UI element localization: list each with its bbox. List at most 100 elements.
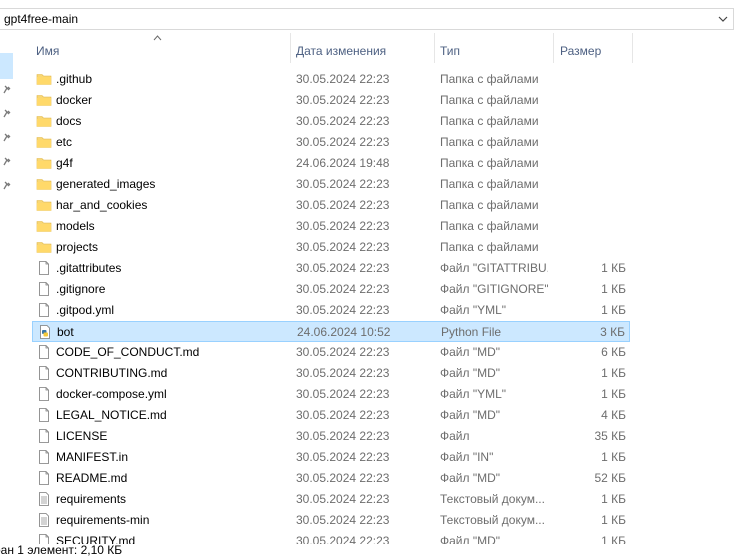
file-name: LICENSE xyxy=(56,429,108,443)
file-type: Папка с файлами xyxy=(440,198,539,212)
file-row[interactable]: generated_images 30.05.2024 22:23 Папка с … xyxy=(32,174,630,195)
file-type: Папка с файлами xyxy=(440,135,539,149)
file-icon xyxy=(36,407,52,423)
file-row[interactable]: LEGAL_NOTICE.md 30.05.2024 22:23 Файл "MD"… xyxy=(32,405,630,426)
file-row[interactable]: bot 24.06.2024 10:52 Python File 3 КБ xyxy=(32,321,630,342)
chevron-down-icon[interactable] xyxy=(717,12,729,26)
file-date: 30.05.2024 22:23 xyxy=(296,240,390,254)
pin-icon[interactable] xyxy=(2,85,12,95)
file-icon xyxy=(36,365,52,381)
file-name: requirements-min xyxy=(56,513,150,527)
column-header-size[interactable]: Размер xyxy=(554,33,632,65)
file-date: 24.06.2024 19:48 xyxy=(296,156,390,170)
file-type: Папка с файлами xyxy=(440,177,539,191)
file-date: 30.05.2024 22:23 xyxy=(296,492,390,506)
file-size: 4 КБ xyxy=(601,408,626,422)
file-row[interactable]: requirements 30.05.2024 22:23 Текстовый до… xyxy=(32,489,630,510)
column-header-name[interactable]: Имя xyxy=(32,33,290,65)
file-date: 30.05.2024 22:23 xyxy=(296,471,390,485)
file-size: 35 КБ xyxy=(594,429,626,443)
file-row[interactable]: docker-compose.yml 30.05.2024 22:23 Файл "… xyxy=(32,384,630,405)
folder-icon xyxy=(36,134,52,150)
folder-icon xyxy=(36,176,52,192)
file-date: 30.05.2024 22:23 xyxy=(296,513,390,527)
file-row[interactable]: projects 30.05.2024 22:23 Папка с файлами xyxy=(32,237,630,258)
file-row[interactable]: CODE_OF_CONDUCT.md 30.05.2024 22:23 Файл "… xyxy=(32,342,630,363)
file-row[interactable]: etc 30.05.2024 22:23 Папка с файлами xyxy=(32,132,630,153)
file-icon xyxy=(36,344,52,360)
file-row[interactable]: requirements-min 30.05.2024 22:23 Текстовы… xyxy=(32,510,630,531)
file-name: models xyxy=(56,219,95,233)
file-type: Папка с файлами xyxy=(440,156,539,170)
file-date: 30.05.2024 22:23 xyxy=(296,303,390,317)
column-header-size-label: Размер xyxy=(560,44,602,58)
file-name: .gitpod.yml xyxy=(56,303,115,317)
file-date: 30.05.2024 22:23 xyxy=(296,93,390,107)
file-row[interactable]: .gitignore 30.05.2024 22:23 Файл "GITIGNOR… xyxy=(32,279,630,300)
file-name: .gitignore xyxy=(56,282,106,296)
file-size: 6 КБ xyxy=(601,345,626,359)
file-type: Файл xyxy=(440,429,470,443)
file-icon xyxy=(36,449,52,465)
file-row[interactable]: .gitattributes 30.05.2024 22:23 Файл "GITA… xyxy=(32,258,630,279)
file-name: docs xyxy=(56,114,82,128)
text-file-icon xyxy=(36,512,52,528)
file-size: 1 КБ xyxy=(601,261,626,275)
file-name: generated_images xyxy=(56,177,156,191)
column-header-date[interactable]: Дата изменения xyxy=(291,33,434,65)
file-date: 30.05.2024 22:23 xyxy=(296,135,390,149)
file-name: requirements xyxy=(56,492,127,506)
file-type: Python File xyxy=(441,325,502,339)
pin-icon[interactable] xyxy=(2,157,12,167)
folder-icon xyxy=(36,113,52,129)
column-divider[interactable] xyxy=(632,33,633,63)
file-name: README.md xyxy=(56,471,128,485)
file-date: 30.05.2024 22:23 xyxy=(296,72,390,86)
file-date: 24.06.2024 10:52 xyxy=(297,325,391,339)
file-row[interactable]: har_and_cookies 30.05.2024 22:23 Папка с ф… xyxy=(32,195,630,216)
pin-icon[interactable] xyxy=(2,133,12,143)
file-name: MANIFEST.in xyxy=(56,450,129,464)
address-bar[interactable]: gpt4free-main xyxy=(0,8,734,30)
pin-icon[interactable] xyxy=(2,109,12,119)
pin-icon[interactable] xyxy=(2,181,12,191)
folder-icon xyxy=(36,155,52,171)
column-header-type[interactable]: Тип xyxy=(435,33,553,65)
file-icon xyxy=(36,260,52,276)
file-row[interactable]: docs 30.05.2024 22:23 Папка с файлами xyxy=(32,111,630,132)
file-row[interactable]: MANIFEST.in 30.05.2024 22:23 Файл "IN" 1 КБ xyxy=(32,447,630,468)
nav-selection-highlight xyxy=(0,53,13,79)
file-row[interactable]: models 30.05.2024 22:23 Папка с файлами xyxy=(32,216,630,237)
file-row[interactable]: docker 30.05.2024 22:23 Папка с файлами xyxy=(32,90,630,111)
file-type: Текстовый докум... xyxy=(440,492,545,506)
address-path[interactable]: gpt4free-main xyxy=(4,12,78,26)
python-file-icon xyxy=(37,324,53,340)
file-date: 30.05.2024 22:23 xyxy=(296,429,390,443)
file-row[interactable]: .gitpod.yml 30.05.2024 22:23 Файл "YML" 1 К… xyxy=(32,300,630,321)
file-date: 30.05.2024 22:23 xyxy=(296,408,390,422)
file-date: 30.05.2024 22:23 xyxy=(296,366,390,380)
file-size: 1 КБ xyxy=(601,303,626,317)
file-name: har_and_cookies xyxy=(56,198,148,212)
file-name: .gitattributes xyxy=(56,261,122,275)
file-date: 30.05.2024 22:23 xyxy=(296,114,390,128)
file-icon xyxy=(36,470,52,486)
file-type: Текстовый докум... xyxy=(440,513,545,527)
file-type: Файл "GITIGNORE" xyxy=(440,282,548,296)
file-type: Файл "MD" xyxy=(440,345,501,359)
file-row[interactable]: README.md 30.05.2024 22:23 Файл "MD" 52 КБ xyxy=(32,468,630,489)
file-size: 1 КБ xyxy=(601,450,626,464)
file-row[interactable]: .github 30.05.2024 22:23 Папка с файлами xyxy=(32,69,630,90)
file-type: Файл "IN" xyxy=(440,450,494,464)
file-name: bot xyxy=(57,325,74,339)
file-row[interactable]: LICENSE 30.05.2024 22:23 Файл 35 КБ xyxy=(32,426,630,447)
file-icon xyxy=(36,386,52,402)
file-type: Папка с файлами xyxy=(440,240,539,254)
file-icon xyxy=(36,428,52,444)
file-date: 30.05.2024 22:23 xyxy=(296,387,390,401)
file-row[interactable]: g4f 24.06.2024 19:48 Папка с файлами xyxy=(32,153,630,174)
column-header-name-label: Имя xyxy=(36,44,60,58)
file-size: 1 КБ xyxy=(601,366,626,380)
file-row[interactable]: CONTRIBUTING.md 30.05.2024 22:23 Файл "MD"… xyxy=(32,363,630,384)
file-name: CODE_OF_CONDUCT.md xyxy=(56,345,200,359)
